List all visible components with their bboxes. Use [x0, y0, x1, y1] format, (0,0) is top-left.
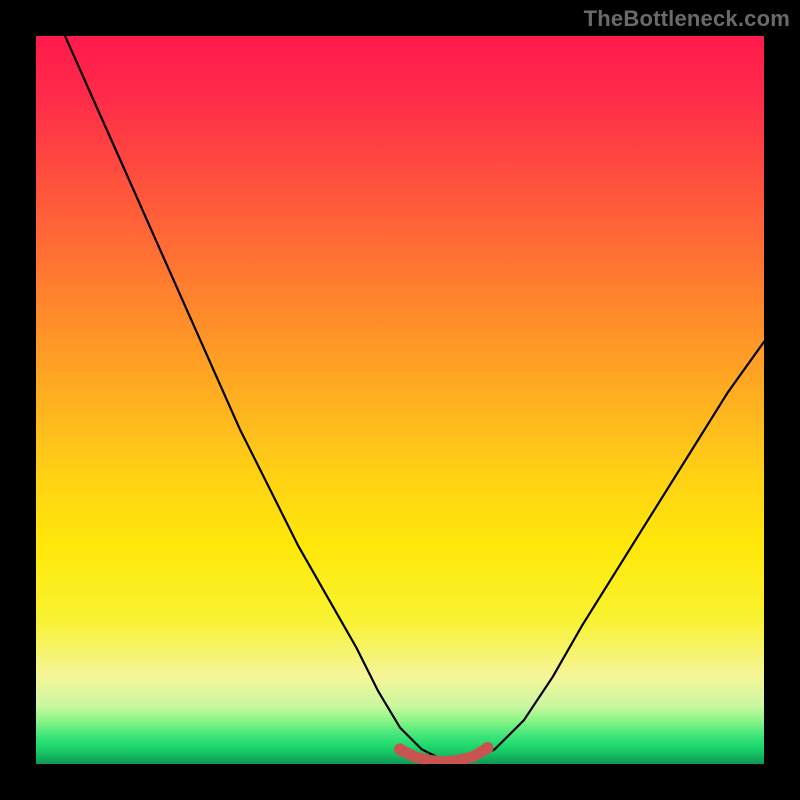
chart-frame: TheBottleneck.com: [0, 0, 800, 800]
marker-dot-left: [394, 743, 406, 755]
watermark-text: TheBottleneck.com: [584, 6, 790, 32]
curve-layer: [36, 36, 764, 764]
marker-dot-right: [481, 742, 493, 754]
optimal-range-marker: [400, 748, 487, 762]
plot-area: [36, 36, 764, 764]
bottleneck-curve: [65, 36, 764, 763]
